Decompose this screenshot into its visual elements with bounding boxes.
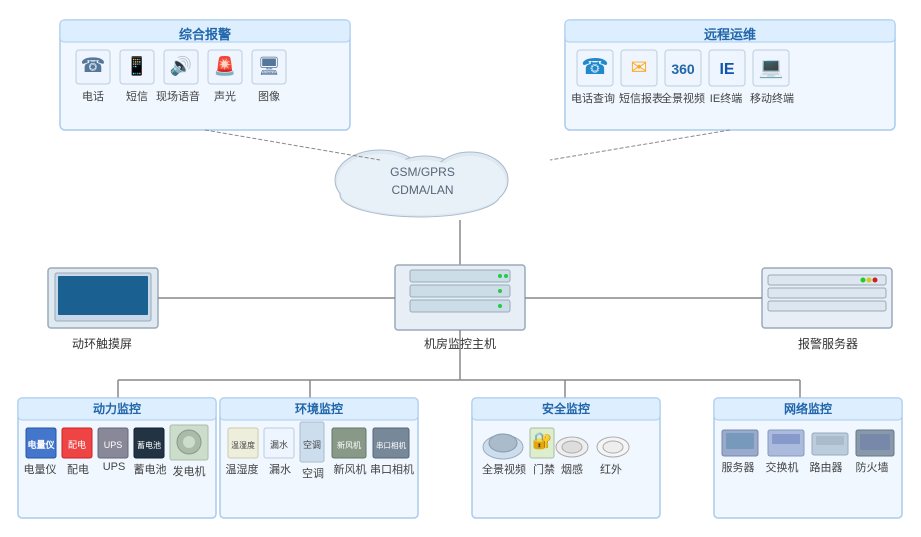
label-net2: 交换机 [762, 459, 802, 475]
label-mobile: 移动终端 [748, 90, 796, 106]
svg-text:🔊: 🔊 [170, 55, 192, 77]
label-env2: 漏水 [262, 461, 298, 477]
svg-text:☎: ☎ [81, 55, 106, 77]
svg-text:✉: ✉ [631, 57, 648, 79]
svg-text:☎: ☎ [581, 54, 608, 79]
svg-text:空调: 空调 [303, 439, 321, 450]
box-title-env: 环境监控 [220, 400, 418, 417]
svg-text:串口相机: 串口相机 [376, 440, 406, 450]
svg-text:新风机: 新风机 [337, 440, 361, 450]
label-voice: 现场语音 [155, 88, 201, 104]
svg-text:电量仪: 电量仪 [27, 439, 55, 450]
label-env1: 温湿度 [224, 461, 260, 477]
svg-text:IE: IE [719, 61, 734, 78]
box-title-network: 网络监控 [714, 400, 902, 417]
center-device-label: 机房监控主机 [390, 335, 530, 352]
label-sec1: 全景视频 [482, 461, 526, 477]
label-env3: 空调 [298, 465, 328, 481]
label-image: 图像 [252, 88, 286, 104]
label-ie: IE终端 [706, 90, 746, 106]
diagram: ☎ 📱 🔊 🚨 🖥 ☎ ✉ 360 IE 💻 电量仪 配电 [0, 0, 921, 537]
label-net4: 防火墙 [852, 459, 892, 475]
label-power2: 配电 [60, 461, 96, 477]
svg-text:漏水: 漏水 [270, 439, 288, 450]
label-net1: 服务器 [718, 459, 758, 475]
svg-text:配电: 配电 [68, 439, 86, 450]
box-title-power: 动力监控 [18, 400, 216, 417]
label-env4: 新风机 [330, 461, 370, 477]
right-device-label: 报警服务器 [758, 335, 898, 352]
svg-text:💻: 💻 [759, 57, 784, 79]
svg-text:🔐: 🔐 [532, 432, 552, 450]
svg-text:📱: 📱 [126, 55, 148, 76]
label-env5: 串口相机 [370, 461, 414, 477]
label-phone: 电话 [76, 88, 110, 104]
svg-text:温湿度: 温湿度 [231, 440, 255, 450]
label-net3: 路由器 [806, 459, 846, 475]
label-sec2: 门禁 [530, 461, 558, 477]
label-power1: 电量仪 [22, 461, 58, 477]
top-right-box-title: 远程运维 [565, 24, 895, 43]
label-sec3: 烟感 [558, 461, 586, 477]
label-alarm: 声光 [208, 88, 242, 104]
label-sms: 短信 [120, 88, 154, 104]
label-sec4: 红外 [597, 461, 625, 477]
top-left-box-title: 综合报警 [60, 24, 350, 43]
label-sms-report: 短信报表 [619, 90, 663, 106]
label-360video: 全景视频 [660, 90, 706, 106]
cloud-text: GSM/GPRS CDMA/LAN [335, 163, 510, 199]
label-power3: UPS [96, 461, 132, 473]
label-power5: 发电机 [168, 463, 210, 479]
svg-text:360: 360 [671, 61, 695, 77]
label-power4: 蓄电池 [130, 461, 170, 477]
label-phone-query: 电话查询 [571, 90, 615, 106]
svg-text:蓄电池: 蓄电池 [137, 440, 161, 450]
svg-text:🚨: 🚨 [214, 55, 236, 76]
svg-text:🖥: 🖥 [258, 56, 281, 76]
svg-text:UPS: UPS [104, 440, 123, 450]
left-device-label: 动环触摸屏 [42, 335, 162, 352]
box-title-security: 安全监控 [472, 400, 660, 417]
